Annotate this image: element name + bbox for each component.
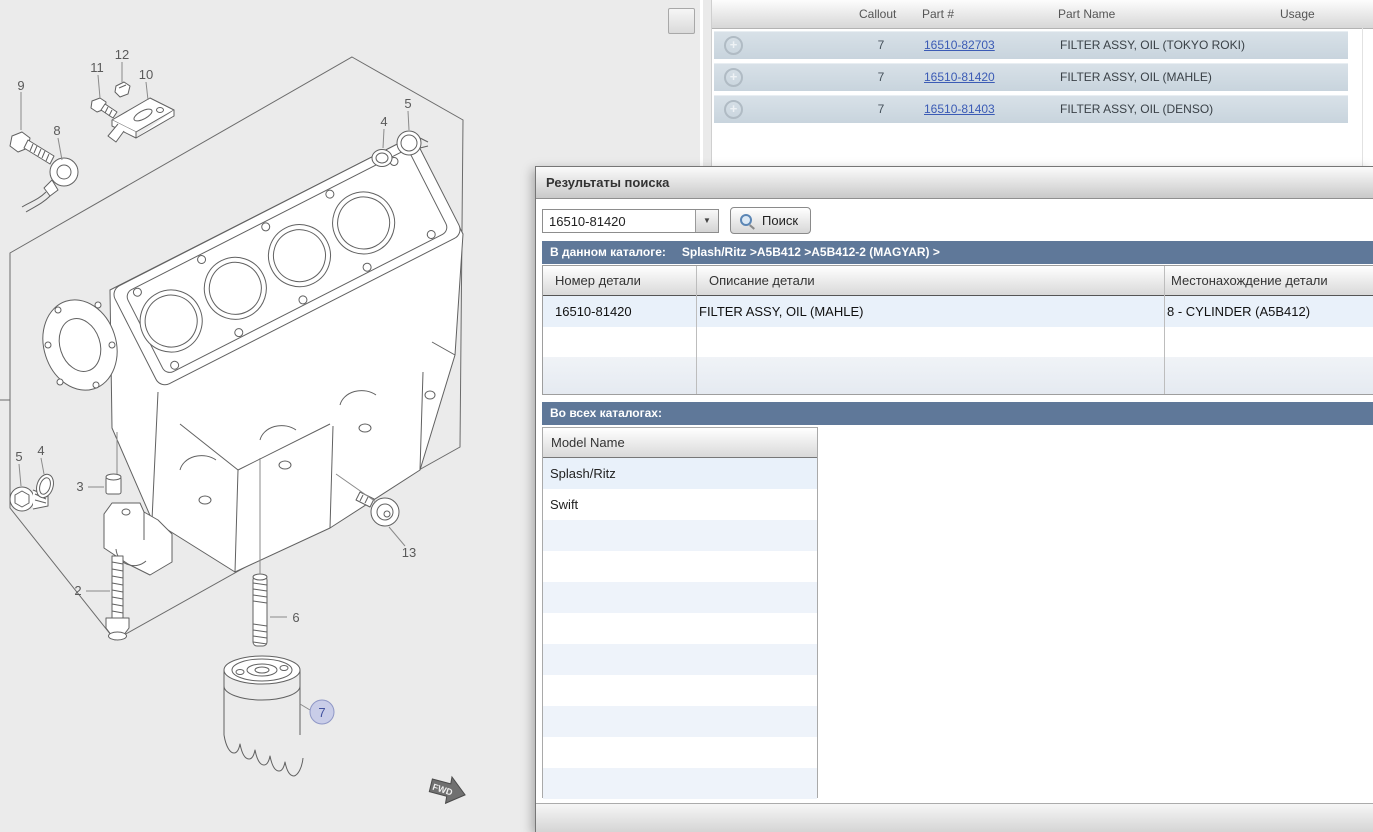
all-catalogs-bar: Во всех каталогах:: [542, 402, 1373, 425]
part-washer-4-top: [372, 150, 392, 167]
callout-3: 3: [76, 479, 83, 494]
combo-dropdown-button[interactable]: ▼: [695, 210, 718, 232]
column-header-usage: Usage: [1280, 0, 1315, 28]
callout-4-top: 4: [380, 114, 387, 129]
callout-2: 2: [74, 583, 81, 598]
part-bolt-2: [106, 556, 129, 640]
part-number-link[interactable]: 16510-81403: [924, 96, 995, 123]
callout-5-left: 5: [15, 449, 22, 464]
part-name-cell: FILTER ASSY, OIL (MAHLE): [1060, 64, 1212, 91]
part-oil-filter-7: [224, 656, 303, 776]
empty-model-row: [543, 675, 817, 706]
breadcrumb[interactable]: Splash/Ritz >A5B412 >A5B412-2 (MAGYAR) >: [682, 245, 940, 259]
part-number-link[interactable]: 16510-81420: [924, 64, 995, 91]
expand-row-icon[interactable]: +: [724, 100, 743, 119]
callout-cell: 7: [861, 64, 901, 91]
column-header-location: Местонахождение детали: [1171, 266, 1328, 295]
callout-11: 11: [90, 60, 104, 75]
current-catalog-bar: В данном каталоге: Splash/Ritz >A5B412 >A…: [542, 241, 1373, 264]
results-table: Номер детали Описание детали Местонахожд…: [542, 265, 1373, 395]
column-divider: [696, 266, 697, 394]
search-combo-box: ▼: [542, 209, 719, 233]
table-gutter-divider: [1362, 28, 1363, 166]
part-plug-5-top: [397, 131, 428, 155]
column-divider: [1164, 266, 1165, 394]
empty-model-row: [543, 582, 817, 613]
all-catalogs-label: Во всех каталогах:: [550, 406, 662, 420]
part-number-cell: 16510-81420: [555, 296, 632, 327]
parts-list-panel: Callout Part # Part Name Usage + 7 16510…: [712, 0, 1373, 166]
expand-row-icon[interactable]: +: [724, 68, 743, 87]
table-row[interactable]: + 7 16510-82703 FILTER ASSY, OIL (TOKYO …: [714, 31, 1348, 59]
empty-table-row: [543, 357, 1373, 394]
part-stud-6: [253, 574, 267, 646]
callout-8: 8: [53, 123, 60, 138]
search-button[interactable]: Поиск: [730, 207, 811, 234]
callout-cell: 7: [861, 96, 901, 123]
table-row[interactable]: + 7 16510-81420 FILTER ASSY, OIL (MAHLE): [714, 63, 1348, 91]
model-row[interactable]: Swift: [543, 489, 817, 520]
callout-13: 13: [402, 545, 416, 560]
column-header-model-name: Model Name: [543, 428, 817, 458]
column-header-part-number: Part #: [922, 0, 954, 28]
empty-model-row: [543, 520, 817, 551]
expand-row-icon[interactable]: +: [724, 36, 743, 55]
callout-6: 6: [292, 610, 299, 625]
search-button-label: Поиск: [762, 213, 798, 228]
models-table: Model Name Splash/Ritz Swift: [542, 427, 818, 798]
empty-model-row: [543, 644, 817, 675]
callout-cell: 7: [861, 32, 901, 59]
callout-12: 12: [115, 47, 129, 62]
part-bracket-10: [108, 98, 174, 142]
dialog-title-bar[interactable]: Результаты поиска: [536, 167, 1373, 199]
table-row[interactable]: + 7 16510-81403 FILTER ASSY, OIL (DENSO): [714, 95, 1348, 123]
callout-4-left: 4: [37, 443, 44, 458]
magnifier-icon: [740, 214, 752, 226]
app-window: 9 8 11 12 10 4 5 5 4 3 2 6 13 7: [0, 0, 1373, 832]
callout-7-label[interactable]: 7: [318, 705, 325, 720]
fwd-arrow: FWD: [427, 771, 470, 808]
description-cell: FILTER ASSY, OIL (MAHLE): [699, 296, 863, 327]
part-sensor-8: [22, 158, 78, 212]
dialog-footer-bar: [536, 803, 1373, 832]
table-row[interactable]: 16510-81420 FILTER ASSY, OIL (MAHLE) 8 -…: [543, 296, 1373, 327]
callout-7-highlighted[interactable]: 7: [310, 700, 334, 724]
part-clamp-12: [115, 82, 130, 97]
column-header-description: Описание детали: [709, 266, 815, 295]
empty-table-row: [543, 327, 1373, 357]
callout-5-top: 5: [404, 96, 411, 111]
engine-block-drawing: [32, 136, 464, 572]
empty-model-row: [543, 737, 817, 768]
empty-model-row: [543, 706, 817, 737]
part-bolt-9: [10, 132, 54, 164]
results-table-header: Номер детали Описание детали Местонахожд…: [543, 266, 1373, 296]
column-header-callout: Callout: [859, 0, 896, 28]
callout-9: 9: [17, 78, 24, 93]
column-header-part-number: Номер детали: [555, 266, 641, 295]
parts-table-header: Callout Part # Part Name Usage: [712, 0, 1373, 29]
model-row[interactable]: Splash/Ritz: [543, 458, 817, 489]
search-input[interactable]: [543, 210, 699, 232]
location-cell: 8 - CYLINDER (A5B412): [1167, 296, 1310, 327]
current-catalog-label: В данном каталоге:: [550, 245, 666, 259]
part-name-cell: FILTER ASSY, OIL (TOKYO ROKI): [1060, 32, 1245, 59]
part-bolt-11: [91, 98, 117, 118]
panel-collapse-button[interactable]: [668, 8, 695, 34]
part-number-link[interactable]: 16510-82703: [924, 32, 995, 59]
search-results-dialog: Результаты поиска ▼ Поиск В данном катал…: [535, 166, 1373, 832]
empty-model-row: [543, 551, 817, 582]
empty-model-row: [543, 613, 817, 644]
empty-model-row: [543, 768, 817, 799]
column-header-part-name: Part Name: [1058, 0, 1115, 28]
callout-10: 10: [139, 67, 153, 82]
part-name-cell: FILTER ASSY, OIL (DENSO): [1060, 96, 1213, 123]
part-pin-3: [106, 474, 121, 494]
